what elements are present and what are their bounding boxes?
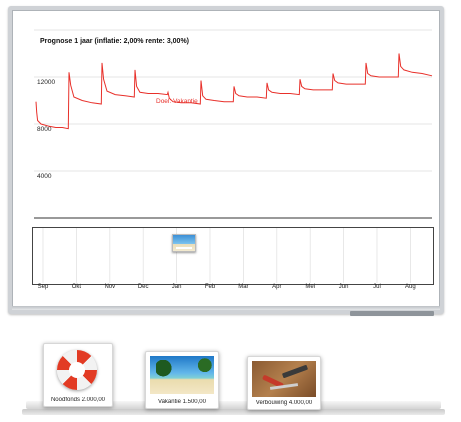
lifebuoy-icon	[57, 350, 97, 390]
goal-shelf-edge	[22, 409, 445, 415]
forecast-series-line	[35, 53, 433, 130]
goal-annotation: Doel: Vakantie	[156, 98, 198, 105]
timeline-month-label: Aug	[405, 284, 416, 290]
goal-caption: Vakantie 1.500,00	[158, 399, 206, 405]
y-tick-label: 8000	[37, 126, 52, 133]
goal-card-verbouwing[interactable]: Verbouwing 4.000,00	[247, 356, 321, 410]
timeline-month-label: Jul	[373, 284, 381, 290]
timeline-month-label: Apr	[272, 284, 282, 290]
goal-caption: Verbouwing 4.000,00	[255, 400, 313, 406]
timeline-month-label: Feb	[204, 284, 216, 290]
goal-caption: Noodfonds 2.000,00	[50, 397, 106, 403]
timeline-month-label: Dec	[137, 284, 149, 290]
goal-card-noodfonds[interactable]: Noodfonds 2.000,00	[43, 343, 113, 407]
y-tick-label: 12000	[37, 79, 55, 86]
timeline-panel[interactable]	[32, 227, 434, 285]
timeline-month-label: Mei	[305, 284, 316, 290]
timeline-month-label: Mar	[238, 284, 249, 290]
tools-photo	[252, 361, 316, 397]
timeline-month-label: Okt	[71, 284, 82, 290]
timeline-month-label: Jan	[171, 284, 182, 290]
beach-photo	[150, 356, 214, 394]
timeline-month-label: Jun	[338, 284, 349, 290]
timeline-month-label: Nov	[104, 284, 116, 290]
y-tick-label: 4000	[37, 173, 52, 180]
timeline-event-vakantie[interactable]	[172, 234, 196, 252]
goal-card-vakantie[interactable]: Vakantie 1.500,00	[145, 351, 219, 409]
y-axis-ticks: 12000 8000 4000	[37, 79, 55, 180]
timeline-month-label: Sep	[37, 284, 49, 290]
chart-grid	[34, 29, 432, 219]
